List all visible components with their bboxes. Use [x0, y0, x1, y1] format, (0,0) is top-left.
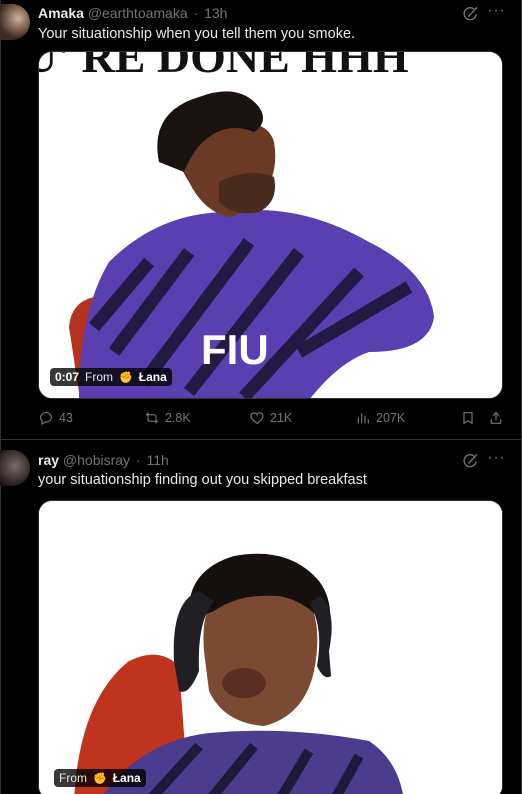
video-frame: U' RE DONE HHH FIU — [39, 52, 502, 398]
reply-count: 43 — [59, 411, 73, 425]
timestamp[interactable]: 11h — [147, 452, 169, 468]
grok-icon[interactable] — [462, 5, 480, 23]
video-badge: 0:07 From ✊ Łana — [50, 368, 172, 386]
user-handle[interactable]: @hobisray — [63, 452, 130, 468]
tweet-text: Your situationship when you tell them yo… — [38, 26, 356, 42]
video-player[interactable]: From ✊ Łana — [38, 500, 503, 794]
video-frame — [39, 501, 502, 794]
like-count: 21K — [270, 411, 293, 425]
like-button[interactable]: 21K — [249, 410, 292, 426]
display-name[interactable]: ray — [38, 452, 59, 468]
bookmark-button[interactable] — [460, 410, 476, 426]
video-duration: 0:07 — [55, 370, 80, 384]
tweet-header: ray @hobisray · 11h — [38, 452, 169, 468]
display-name[interactable]: Amaka — [38, 5, 84, 21]
more-icon[interactable]: ··· — [487, 2, 506, 20]
shirt-text: FIU — [201, 326, 269, 373]
repost-button[interactable]: 2.8K — [144, 410, 191, 426]
tweet-text: your situationship finding out you skipp… — [38, 472, 367, 488]
repost-icon — [145, 412, 159, 424]
avatar[interactable] — [0, 450, 30, 486]
grok-icon[interactable] — [462, 452, 480, 470]
separator-dot: · — [135, 452, 141, 468]
repost-count: 2.8K — [165, 411, 191, 425]
video-player[interactable]: U' RE DONE HHH FIU 0:07 From ✊ Łana — [38, 51, 503, 399]
more-icon[interactable]: ··· — [487, 449, 506, 467]
video-source-label: From — [59, 771, 87, 785]
video-source-author[interactable]: Łana — [113, 771, 141, 785]
tweet-header: Amaka @earthtoamaka · 13h — [38, 5, 227, 21]
tweet-actions: 43 2.8K 21K 207K — [38, 410, 508, 430]
hand-emoji-icon: ✊ — [119, 371, 133, 384]
views-icon — [357, 413, 369, 424]
views-button[interactable]: 207K — [355, 410, 405, 426]
share-button[interactable] — [488, 410, 504, 426]
bookmark-icon — [463, 412, 473, 425]
reply-button[interactable]: 43 — [38, 410, 73, 426]
video-source-author[interactable]: Łana — [139, 370, 167, 384]
avatar[interactable] — [0, 4, 30, 40]
video-caption-text: U' RE DONE HHH — [39, 52, 409, 82]
tweet[interactable]: Amaka @earthtoamaka · 13h ··· Your situa… — [0, 0, 522, 440]
tweet[interactable]: ray @hobisray · 11h ··· your situationsh… — [0, 440, 522, 794]
like-icon — [250, 412, 264, 425]
video-badge: From ✊ Łana — [54, 769, 146, 787]
hand-emoji-icon: ✊ — [93, 772, 107, 785]
share-icon — [490, 411, 502, 424]
view-count: 207K — [376, 411, 406, 425]
timestamp[interactable]: 13h — [204, 5, 227, 21]
video-source-label: From — [85, 370, 114, 384]
separator-dot: · — [193, 5, 199, 21]
reply-icon — [40, 412, 52, 426]
user-handle[interactable]: @earthtoamaka — [88, 5, 188, 21]
